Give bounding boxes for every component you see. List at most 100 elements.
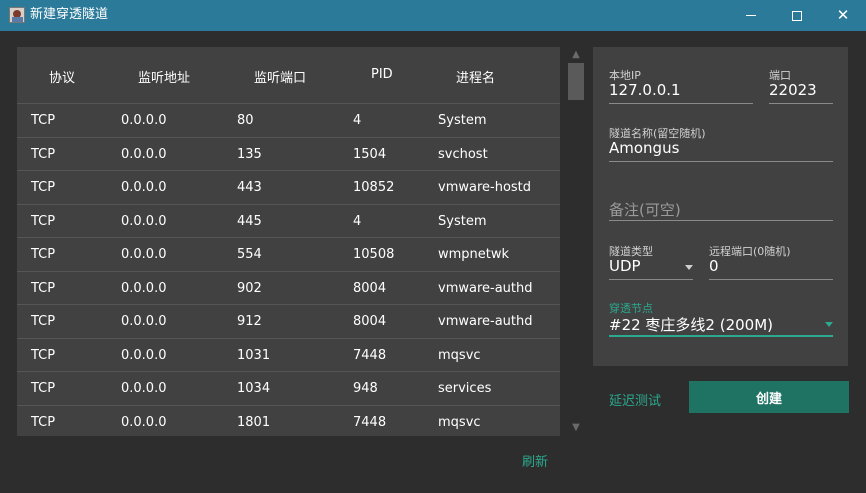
cell-port: 445 <box>237 213 262 229</box>
scroll-up-icon[interactable]: ▲ <box>567 47 585 63</box>
cell-process: wmpnetwk <box>438 247 510 262</box>
table-header: 协议 监听地址 监听端口 PID 进程名 <box>17 47 560 104</box>
cell-process: System <box>438 213 487 229</box>
close-button[interactable]: ✕ <box>820 0 866 31</box>
local-ip-field[interactable]: 本地IP 127.0.0.1 <box>609 67 753 105</box>
latency-test-link[interactable]: 延迟测试 <box>609 390 661 409</box>
cell-address: 0.0.0.0 <box>121 180 167 195</box>
column-header-process[interactable]: 进程名 <box>456 67 495 86</box>
column-header-port[interactable]: 监听端口 <box>254 67 306 86</box>
remote-port-label: 远程端口(0随机) <box>709 245 791 258</box>
cell-port: 135 <box>237 146 262 162</box>
remote-port-field[interactable]: 远程端口(0随机) 0 <box>709 243 833 281</box>
table-row[interactable]: TCP 0.0.0.0 1031 7448 mqsvc <box>17 339 560 372</box>
port-underline <box>769 103 833 104</box>
port-field[interactable]: 端口 22023 <box>769 67 833 105</box>
tunnel-name-value[interactable]: Amongus <box>609 139 679 157</box>
node-select[interactable]: 穿透节点 #22 枣庄多线2 (200M) <box>609 300 833 338</box>
cell-protocol: TCP <box>31 180 56 195</box>
table-row[interactable]: TCP 0.0.0.0 135 1504 svchost <box>17 138 560 171</box>
table-row[interactable]: TCP 0.0.0.0 443 10852 vmware-hostd <box>17 171 560 205</box>
table-row[interactable]: TCP 0.0.0.0 912 8004 vmware-authd <box>17 305 560 339</box>
tunnel-form: 本地IP 127.0.0.1 端口 22023 隧道名称(留空随机) Among… <box>593 47 848 366</box>
cell-address: 0.0.0.0 <box>121 146 167 162</box>
remote-port-value[interactable]: 0 <box>709 257 719 275</box>
tunnel-name-field[interactable]: 隧道名称(留空随机) Amongus <box>609 125 833 163</box>
cell-protocol: TCP <box>31 247 56 262</box>
minimize-button[interactable] <box>728 0 774 31</box>
chevron-down-icon[interactable] <box>685 265 693 270</box>
note-field[interactable]: 备注(可空) <box>609 197 833 221</box>
cell-port: 1034 <box>237 381 271 396</box>
table-row[interactable]: TCP 0.0.0.0 80 4 System <box>17 104 560 138</box>
cell-protocol: TCP <box>31 314 56 329</box>
cell-process: vmware-authd <box>438 280 533 296</box>
column-header-protocol[interactable]: 协议 <box>49 67 75 86</box>
cell-protocol: TCP <box>31 381 56 396</box>
app-avatar-icon <box>9 7 25 23</box>
cell-protocol: TCP <box>31 280 56 296</box>
cell-process: mqsvc <box>438 347 481 363</box>
cell-protocol: TCP <box>31 213 56 229</box>
maximize-button[interactable] <box>774 0 820 31</box>
cell-port: 1031 <box>237 347 271 363</box>
cell-process: svchost <box>438 146 488 162</box>
cell-pid: 7448 <box>353 347 387 363</box>
cell-address: 0.0.0.0 <box>121 247 167 262</box>
note-placeholder[interactable]: 备注(可空) <box>609 199 681 220</box>
create-button[interactable]: 创建 <box>689 381 849 413</box>
cell-process: vmware-hostd <box>438 180 532 195</box>
table-scrollbar[interactable]: ▲ ▼ <box>567 47 585 436</box>
tunnel-type-select[interactable]: 隧道类型 UDP <box>609 243 693 281</box>
column-header-address[interactable]: 监听地址 <box>138 67 190 86</box>
cell-pid: 4 <box>353 113 362 128</box>
cell-port: 912 <box>237 314 262 329</box>
cell-pid: 7448 <box>353 414 387 430</box>
cell-address: 0.0.0.0 <box>121 314 167 329</box>
cell-address: 0.0.0.0 <box>121 113 167 128</box>
cell-port: 443 <box>237 180 262 195</box>
cell-process: mqsvc <box>438 414 481 430</box>
cell-process: vmware-authd <box>438 314 533 329</box>
cell-pid: 1504 <box>353 146 387 162</box>
column-header-pid[interactable]: PID <box>371 67 393 82</box>
chevron-down-icon[interactable] <box>825 322 833 327</box>
cell-port: 1801 <box>237 414 271 430</box>
cell-port: 80 <box>237 113 254 128</box>
table-body: TCP 0.0.0.0 80 4 System TCP 0.0.0.0 135 1504 svch… <box>17 104 560 436</box>
cell-pid: 8004 <box>353 280 387 296</box>
local-ip-value[interactable]: 127.0.0.1 <box>609 81 681 99</box>
node-underline <box>609 335 833 337</box>
tunnel-type-value[interactable]: UDP <box>609 257 641 275</box>
scroll-thumb[interactable] <box>568 63 584 100</box>
maximize-icon <box>792 10 802 21</box>
cell-address: 0.0.0.0 <box>121 381 167 396</box>
cell-process: System <box>438 113 487 128</box>
table-row[interactable]: TCP 0.0.0.0 902 8004 vmware-authd <box>17 272 560 305</box>
port-value[interactable]: 22023 <box>769 81 817 99</box>
cell-pid: 948 <box>353 381 378 396</box>
refresh-link[interactable]: 刷新 <box>522 451 548 470</box>
minimize-icon <box>746 15 756 16</box>
cell-address: 0.0.0.0 <box>121 213 167 229</box>
cell-pid: 10852 <box>353 180 395 195</box>
cell-pid: 10508 <box>353 247 395 262</box>
scroll-down-icon[interactable]: ▼ <box>567 420 585 436</box>
cell-pid: 8004 <box>353 314 387 329</box>
port-table: 协议 监听地址 监听端口 PID 进程名 TCP 0.0.0.0 80 4 System… <box>17 47 560 436</box>
cell-address: 0.0.0.0 <box>121 414 167 430</box>
cell-protocol: TCP <box>31 414 56 430</box>
remote-port-underline <box>709 279 833 280</box>
cell-process: services <box>438 381 492 396</box>
table-row[interactable]: TCP 0.0.0.0 445 4 System <box>17 205 560 238</box>
table-row[interactable]: TCP 0.0.0.0 1034 948 services <box>17 372 560 406</box>
table-row[interactable]: TCP 0.0.0.0 554 10508 wmpnetwk <box>17 238 560 272</box>
cell-protocol: TCP <box>31 146 56 162</box>
cell-protocol: TCP <box>31 347 56 363</box>
title-bar: 新建穿透隧道 ✕ <box>0 0 866 31</box>
cell-address: 0.0.0.0 <box>121 347 167 363</box>
node-value[interactable]: #22 枣庄多线2 (200M) <box>609 314 773 335</box>
window-title: 新建穿透隧道 <box>30 7 109 22</box>
cell-port: 554 <box>237 247 262 262</box>
table-row[interactable]: TCP 0.0.0.0 1801 7448 mqsvc <box>17 406 560 437</box>
